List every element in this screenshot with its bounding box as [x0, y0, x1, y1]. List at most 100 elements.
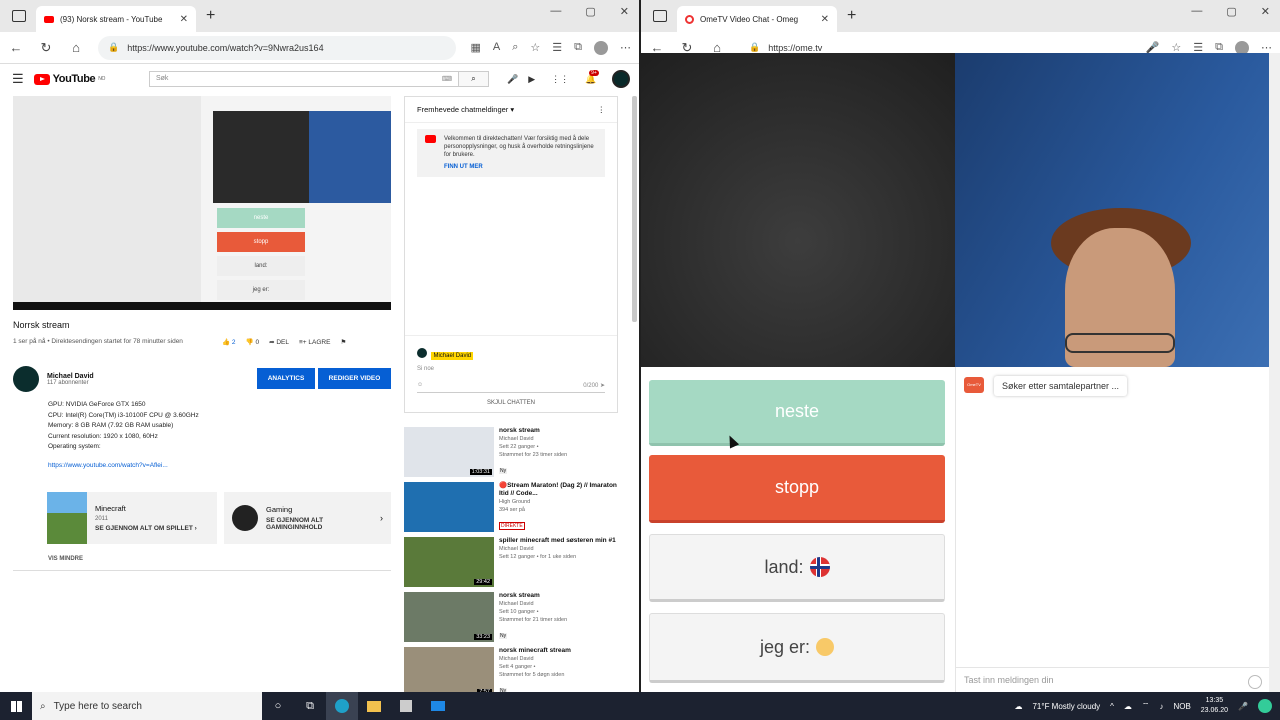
start-icon[interactable]	[0, 692, 32, 720]
channel-avatar[interactable]	[13, 366, 39, 392]
mic-icon[interactable]: 🎤	[1238, 702, 1248, 711]
desc-link[interactable]: https://www.youtube.com/watch?v=Aflei...	[48, 461, 199, 472]
rec-title: 🔴Stream Maraton! (Dag 2) // Imaraton Iti…	[499, 482, 617, 497]
volume-icon[interactable]: ♪	[1159, 702, 1163, 711]
zoom-icon[interactable]: ⌕	[512, 41, 518, 55]
avatar[interactable]	[612, 70, 631, 88]
minimize-icon[interactable]: —	[550, 5, 561, 18]
mic-icon[interactable]: 🎤	[507, 74, 518, 85]
url-text: https://www.youtube.com/watch?v=9Nwra2us…	[127, 42, 324, 53]
notification-icon[interactable]	[1258, 699, 1272, 713]
url-field[interactable]: 🔒 https://www.youtube.com/watch?v=9Nwra2…	[98, 35, 457, 60]
card-link[interactable]: SE GJENNOM ALT OM SPILLET ›	[95, 525, 197, 532]
tab-youtube[interactable]: (93) Norsk stream - YouTube ✕	[36, 6, 196, 32]
file-explorer-icon[interactable]	[358, 692, 390, 720]
apps-icon[interactable]: ⋮⋮	[551, 74, 569, 85]
recommended-video[interactable]: 7:57 norsk minecraft stream Michael Davi…	[404, 647, 618, 692]
message-input[interactable]: Tast inn meldingen din	[956, 667, 1270, 692]
next-button[interactable]: neste	[649, 380, 945, 446]
edge-icon[interactable]	[326, 692, 358, 720]
show-less-button[interactable]: VIS MINDRE	[48, 556, 83, 562]
weather-text[interactable]: 71°F Mostly cloudy	[1032, 702, 1100, 711]
chevron-right-icon[interactable]: ›	[380, 513, 383, 523]
favorites-icon[interactable]: ☰	[552, 41, 562, 55]
chat-mode-dropdown[interactable]: Fremhevede chatmeldinger ▾	[417, 105, 514, 114]
reload-icon[interactable]: ↻	[38, 40, 54, 56]
game-card-gaming[interactable]: Gaming SE GJENNOM ALT GAMINGINNHOLD ›	[224, 492, 391, 544]
send-icon[interactable]: ➤	[600, 383, 605, 389]
learn-more-link[interactable]: FINN UT MER	[444, 163, 597, 171]
close-tab-icon[interactable]: ✕	[821, 14, 829, 25]
more-icon[interactable]: ⋯	[620, 41, 631, 55]
game-card-minecraft[interactable]: Minecraft 2011 SE GJENNOM ALT OM SPILLET…	[47, 492, 217, 544]
new-tab-icon[interactable]: +	[847, 7, 856, 25]
analytics-button[interactable]: ANALYTICS	[257, 368, 315, 389]
tray-chevron-icon[interactable]: ^	[1110, 702, 1114, 711]
share-button[interactable]: ➦ DEL	[269, 338, 289, 346]
wifi-icon[interactable]: ⌔	[1142, 701, 1150, 711]
video-thumbnail[interactable]: 7:57	[404, 647, 494, 692]
tab-actions-icon[interactable]	[12, 10, 26, 22]
clock[interactable]: 13:35 23.06.20	[1201, 696, 1228, 716]
store-icon[interactable]	[390, 692, 422, 720]
hamburger-icon[interactable]: ☰	[12, 71, 24, 87]
tab-ometv[interactable]: OmeTV Video Chat - Omeg ✕	[677, 6, 837, 32]
flag-icon[interactable]: ⚑	[340, 338, 346, 346]
scrollbar[interactable]	[632, 96, 637, 322]
youtube-logo[interactable]: YouTube NO	[33, 73, 105, 85]
create-icon[interactable]: ▶	[528, 74, 535, 85]
task-view-icon[interactable]: ⧉	[294, 692, 326, 720]
recommended-video[interactable]: 29:42 spiller minecraft med søsteren min…	[404, 537, 618, 589]
chat-input[interactable]: Si noe	[417, 366, 605, 372]
taskbar-search[interactable]: ⌕ Type here to search	[32, 692, 262, 720]
close-tab-icon[interactable]: ✕	[180, 14, 188, 25]
home-icon[interactable]: ⌂	[68, 40, 84, 55]
chat-more-icon[interactable]: ⋮	[598, 105, 606, 114]
bell-icon[interactable]: 🔔 9+	[585, 69, 599, 85]
edit-video-button[interactable]: REDIGER VIDEO	[318, 368, 391, 389]
new-tab-icon[interactable]: +	[206, 7, 215, 25]
maximize-icon[interactable]: ▢	[585, 5, 595, 18]
channel-name[interactable]: Michael David	[47, 373, 94, 380]
emoji-icon[interactable]: ☺	[417, 382, 423, 389]
emoji-icon[interactable]	[1248, 675, 1262, 689]
favorite-icon[interactable]: ☆	[530, 41, 540, 55]
hide-chat-button[interactable]: SKJUL CHATTEN	[405, 400, 617, 406]
video-player[interactable]: neste stopp land: jeg er:	[13, 96, 391, 310]
weather-icon[interactable]: ☁	[1014, 702, 1022, 711]
video-thumbnail[interactable]: 33:23	[404, 592, 494, 642]
language-indicator[interactable]: NOB	[1173, 702, 1190, 711]
address-bar: ← ↻ ⌂ 🔒 https://www.youtube.com/watch?v=…	[0, 32, 639, 64]
stop-button[interactable]: stopp	[649, 455, 945, 523]
collections-icon[interactable]: ⧉	[574, 41, 582, 55]
app-icon[interactable]: ▦	[470, 41, 480, 55]
scrollbar[interactable]	[1269, 53, 1280, 692]
gender-selector[interactable]: jeg er:	[649, 613, 945, 683]
network-icon[interactable]: ☁	[1124, 702, 1132, 711]
recommended-video[interactable]: 1:03:31 norsk stream Michael David Sett …	[404, 427, 618, 479]
recommended-video[interactable]: 🔴Stream Maraton! (Dag 2) // Imaraton Iti…	[404, 482, 618, 534]
back-icon[interactable]: ←	[8, 40, 24, 55]
mail-icon[interactable]	[422, 692, 454, 720]
youtube-favicon-icon	[44, 15, 54, 23]
keyboard-icon[interactable]: ⌨	[442, 75, 452, 83]
rec-channel: Michael David	[499, 656, 534, 662]
search-icon[interactable]: ⌕	[458, 71, 489, 87]
tab-actions-icon[interactable]	[653, 10, 667, 22]
cortana-icon[interactable]: ○	[262, 692, 294, 720]
video-thumbnail[interactable]	[404, 482, 494, 532]
dislike-button[interactable]: 👎 0	[246, 338, 260, 346]
profile-icon[interactable]	[594, 40, 608, 55]
recommended-video[interactable]: 33:23 norsk stream Michael David Sett 10…	[404, 592, 618, 644]
video-thumbnail[interactable]: 29:42	[404, 537, 494, 587]
country-selector[interactable]: land:	[649, 534, 945, 602]
search-input[interactable]: Søk ⌨	[148, 71, 459, 87]
like-button[interactable]: 👍 2	[222, 338, 236, 346]
close-window-icon[interactable]: ✕	[1261, 5, 1270, 18]
minimize-icon[interactable]: —	[1191, 5, 1202, 18]
save-button[interactable]: ≡+ LAGRE	[299, 339, 330, 346]
read-aloud-icon[interactable]: A	[493, 41, 500, 55]
video-thumbnail[interactable]: 1:03:31	[404, 427, 494, 477]
close-window-icon[interactable]: ✕	[620, 5, 629, 18]
maximize-icon[interactable]: ▢	[1226, 5, 1236, 18]
